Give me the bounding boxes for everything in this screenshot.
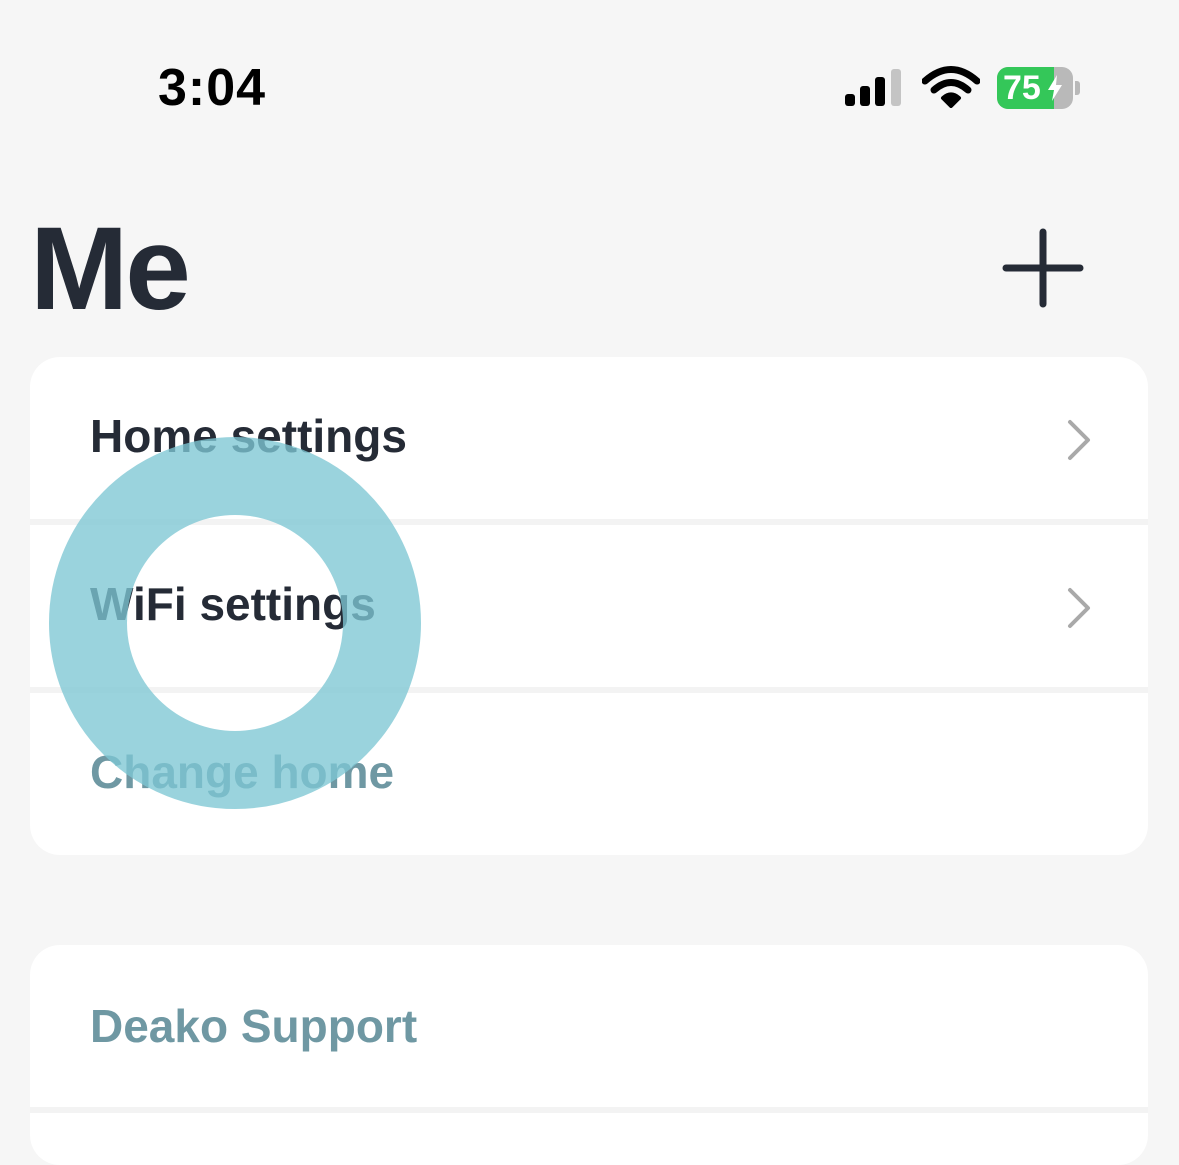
settings-card: Home settings WiFi settings Change home [30,357,1148,855]
wifi-settings-row[interactable]: WiFi settings [30,525,1148,687]
status-time: 3:04 [158,59,267,117]
battery-body: 75 [997,67,1073,109]
battery-percent: 75 [1003,69,1041,107]
status-bar: 3:04 75 [0,0,1179,150]
battery-cap [1075,81,1080,95]
change-home-label: Change home [90,746,395,798]
chevron-right-icon [1068,420,1090,460]
deako-support-label: Deako Support [90,1000,418,1052]
support-card: Deako Support [30,945,1148,1165]
deako-support-row[interactable]: Deako Support [30,945,1148,1107]
chevron-right-icon [1068,588,1090,628]
change-home-row[interactable]: Change home [30,693,1148,855]
bolt-icon [1048,75,1062,101]
wifi-icon [922,66,980,108]
page-title: Me [30,203,191,335]
wifi-settings-label: WiFi settings [90,578,376,630]
home-settings-label: Home settings [90,410,407,462]
row-divider [30,1107,1148,1113]
plus-icon[interactable] [1000,226,1086,312]
cellular-signal-icon [845,69,901,106]
battery-indicator: 75 [997,67,1081,109]
home-settings-row[interactable]: Home settings [30,357,1148,519]
